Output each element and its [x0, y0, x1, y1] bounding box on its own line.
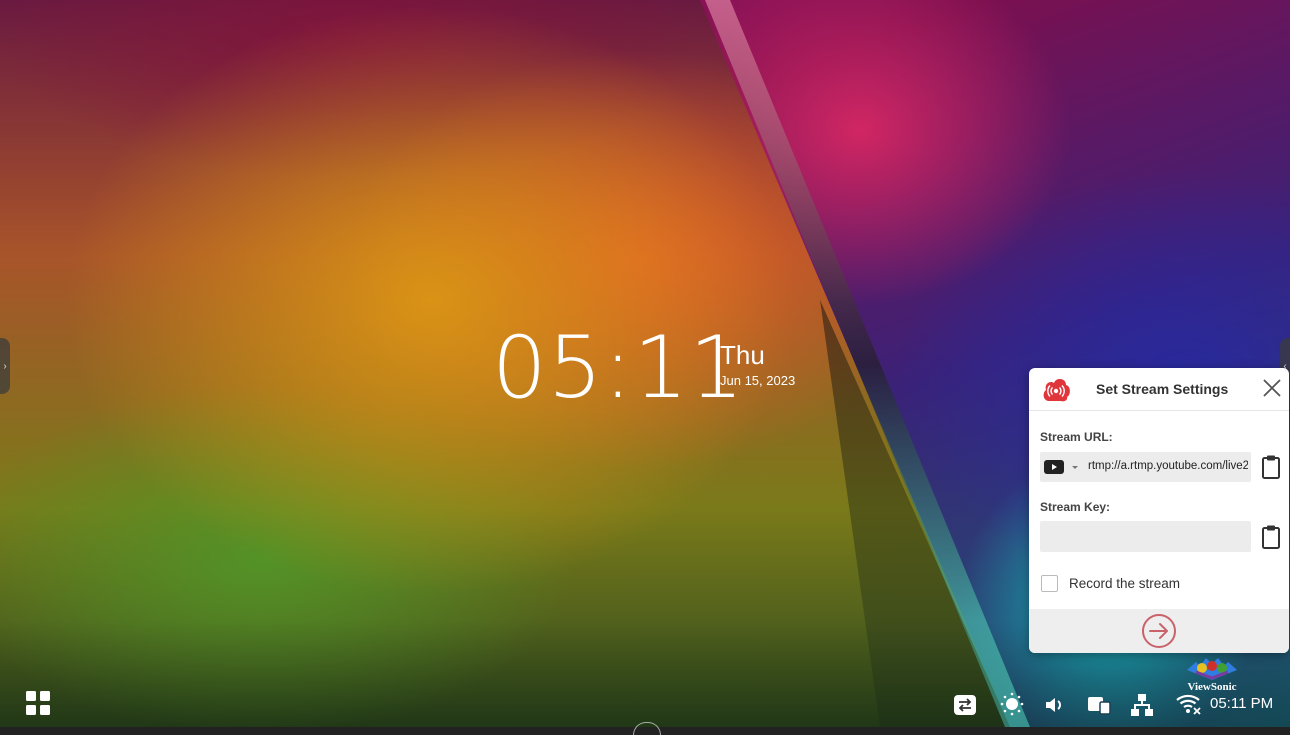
stream-url-label: Stream URL:: [1040, 430, 1113, 444]
devices-icon[interactable]: [1088, 695, 1112, 715]
taskbar-clock: 05:11 PM: [1210, 695, 1274, 712]
network-icon[interactable]: [1130, 693, 1154, 717]
stream-settings-dialog: Set Stream Settings Stream URL: rtmp://a…: [1029, 368, 1289, 653]
record-option[interactable]: Record the stream: [1041, 572, 1180, 594]
start-stream-button[interactable]: [1141, 613, 1177, 649]
platform-select[interactable]: [1044, 459, 1082, 475]
close-icon: [1263, 379, 1281, 397]
chevron-down-icon: [1072, 466, 1078, 469]
clock-day: Thu: [720, 340, 765, 370]
volume-icon[interactable]: [1044, 695, 1064, 715]
brand-name: ViewSonic: [1187, 681, 1237, 693]
stream-key-field[interactable]: [1040, 521, 1251, 552]
brightness-icon[interactable]: [1000, 692, 1024, 716]
paste-url-icon[interactable]: [1260, 454, 1282, 480]
stream-key-label: Stream Key:: [1040, 500, 1111, 514]
close-button[interactable]: [1257, 373, 1287, 403]
record-label: Record the stream: [1069, 575, 1181, 591]
dialog-footer: [1029, 609, 1289, 653]
input-switch-icon[interactable]: [954, 695, 976, 715]
clock-time: 05:11: [492, 318, 745, 418]
chevron-right-icon: ›: [3, 360, 7, 372]
stream-url-field[interactable]: rtmp://a.rtmp.youtube.com/live2: [1040, 452, 1251, 482]
dialog-header: Set Stream Settings: [1029, 368, 1289, 411]
wifi-icon[interactable]: [1176, 693, 1202, 715]
left-sidebar-handle[interactable]: ›: [0, 338, 10, 394]
youtube-icon: [1044, 460, 1064, 474]
stream-app-icon: [1043, 379, 1070, 402]
paste-key-icon[interactable]: [1260, 524, 1282, 550]
stream-url-value[interactable]: rtmp://a.rtmp.youtube.com/live2: [1088, 460, 1248, 472]
apps-grid-icon[interactable]: [25, 690, 51, 716]
record-checkbox[interactable]: [1041, 574, 1058, 592]
dialog-title: Set Stream Settings: [1096, 381, 1229, 397]
clock-date: Jun 15, 2023: [720, 373, 796, 388]
